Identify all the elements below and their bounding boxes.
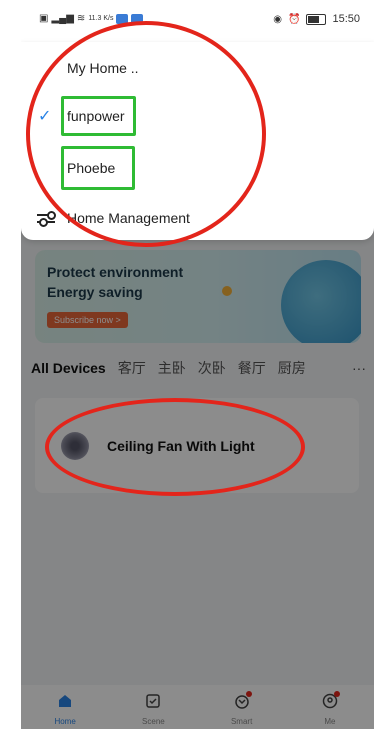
phone-screen: ▣ ▂▄▆ ≋ 11.3 K/s ◉ ⏰ 15:50 Protect envir… (21, 0, 374, 729)
annotation-red-ellipse-menu (26, 21, 266, 247)
alarm-icon: ⏰ (288, 13, 301, 25)
wifi-icon: ≋ (76, 13, 86, 24)
sliders-icon (37, 211, 56, 227)
status-time: 15:50 (332, 13, 360, 25)
eye-icon: ◉ (273, 13, 283, 25)
battery-icon (306, 13, 327, 25)
signal-icon: ▂▄▆ (51, 13, 74, 24)
speed-text: 11.3 K/s (88, 15, 114, 22)
sim-icon: ▣ (39, 13, 49, 24)
status-right-icons: ◉ ⏰ 15:50 (273, 13, 360, 25)
annotation-red-ellipse-device (45, 398, 305, 496)
